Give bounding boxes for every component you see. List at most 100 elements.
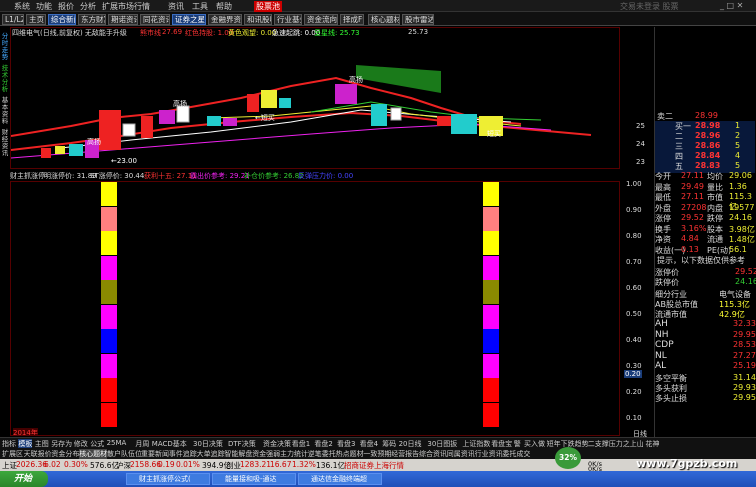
- toolbar-flow[interactable]: 资金流向: [304, 14, 338, 25]
- market-row: AL 25.19: [655, 361, 756, 371]
- info-tab[interactable]: 资金强弱: [252, 449, 280, 459]
- info-tab[interactable]: 经营报告: [391, 449, 419, 459]
- info-tab[interactable]: 智能解盘: [224, 449, 252, 459]
- info-tab[interactable]: 热点题材: [336, 449, 364, 459]
- stat-label: 净资: [655, 235, 671, 244]
- sz-label: 沪深: [116, 461, 131, 470]
- market-value: 32.33: [733, 319, 756, 328]
- menu-item-function[interactable]: 功能: [36, 1, 52, 12]
- green-band: [356, 65, 441, 93]
- balance-label: 多头止损: [655, 394, 687, 403]
- info-tab[interactable]: 委托成交: [502, 449, 530, 459]
- order-volume: 1: [735, 121, 741, 130]
- main-kline-chart[interactable]: 高扬 高扬 高扬 ←短买 短买 ←23.00: [10, 27, 620, 169]
- market-label: AL: [655, 361, 667, 371]
- broker-label: 招商证券上海行情: [344, 461, 404, 470]
- info-tab[interactable]: 重要新闻: [141, 449, 169, 459]
- info-tab[interactable]: 散户队伍位: [107, 449, 142, 459]
- stat-label: 股本: [707, 224, 723, 234]
- stat-value: 0.13: [681, 244, 699, 254]
- menu-item-quote[interactable]: 报价: [58, 1, 74, 12]
- toolbar-ths[interactable]: 同花资讯: [140, 14, 170, 25]
- info-tab[interactable]: 资金分布: [51, 449, 79, 459]
- limit-value: 29.52: [735, 267, 756, 276]
- stat-row: 最低 27.11 市值 115.3亿: [655, 192, 755, 211]
- menu-item-stock-pool[interactable]: 股票池: [254, 1, 282, 12]
- info-tab[interactable]: 大单追踪: [197, 449, 225, 459]
- menu-item-ext-market[interactable]: 扩展市场行情: [102, 1, 150, 12]
- task-item[interactable]: 财主抓涨停公式(: [126, 473, 210, 485]
- info-tab[interactable]: 核心题材: [79, 449, 108, 459]
- side-tab-news[interactable]: 财经资讯: [1, 129, 9, 157]
- toolbar-eastmoney[interactable]: 东方财富: [78, 14, 106, 25]
- indicator-axis: 1.00 0.90 0.80 0.70 0.60 0.50 0.40 0.30 …: [622, 178, 652, 438]
- stock-title: 四维电气(日线,前复权) 无敌能手升级: [12, 29, 127, 37]
- annotation-label: ←短买: [255, 113, 275, 122]
- info-tab[interactable]: 主力统计: [280, 449, 308, 459]
- stat-value: 27.11: [681, 171, 704, 180]
- side-tab-fundamentals[interactable]: 基本资料: [1, 97, 9, 125]
- market-value: 29.95: [733, 329, 756, 339]
- info-tab[interactable]: 综合资讯: [419, 449, 447, 459]
- stat-row: 净资 4.84 流通 1.48亿: [655, 234, 755, 244]
- info-tab[interactable]: 扩展区: [2, 449, 23, 459]
- info-tab[interactable]: 同属资讯: [447, 449, 475, 459]
- ind-tick: 0.90: [626, 206, 642, 214]
- sz-value: 2158.66: [130, 460, 162, 469]
- info-tab[interactable]: 逆笔委托: [308, 449, 336, 459]
- signal-bar: [101, 280, 117, 304]
- stat-label: 内盘: [707, 203, 723, 213]
- menu-item-tools[interactable]: 工具: [192, 1, 208, 12]
- balance-block: 多空平衡 31.14 多头获利 29.93 多头止损 29.95: [655, 373, 756, 405]
- start-button[interactable]: 开始: [0, 471, 48, 487]
- stat-row: 最高 29.49 量比 1.36: [655, 182, 755, 192]
- menu-item-analysis[interactable]: 分析: [80, 1, 96, 12]
- info-tab[interactable]: 行业资讯: [475, 449, 503, 459]
- menu-item-system[interactable]: 系统: [14, 1, 30, 12]
- info-tab[interactable]: 事件追踪: [169, 449, 197, 459]
- toolbar-f9[interactable]: 择成F9: [340, 14, 364, 25]
- market-value: 27.27: [733, 350, 756, 360]
- price-tick: 23: [636, 158, 645, 166]
- stat-value: 29.52: [681, 213, 704, 222]
- limit-row: 涨停价 29.52: [655, 267, 756, 277]
- menu-item-info[interactable]: 资讯: [168, 1, 184, 12]
- toolbar-core[interactable]: 核心题材: [368, 14, 400, 25]
- signal-bar: [483, 206, 499, 231]
- toolbar-jrj[interactable]: 金融界资讯: [208, 14, 242, 25]
- signal-bars-right: [483, 182, 499, 427]
- sh-percent: 0.30%: [64, 460, 88, 469]
- info-tab[interactable]: 天联报价: [24, 449, 52, 459]
- signal-bar: [101, 329, 117, 353]
- order-book: 买一 28.98 1 二 28.96 2 三 28.86 5 四 28.84 4 五 28.83 5: [655, 121, 755, 173]
- task-item[interactable]: 能量接和吸-通达: [212, 473, 296, 485]
- stat-value: 1.36: [729, 181, 747, 191]
- info-tab[interactable]: 一致预期: [363, 449, 391, 459]
- quote-info-panel: 卖二 28.99 买一 28.98 1 二 28.96 2 三 28.86 5 四 28.84 4 五 2…: [633, 27, 756, 438]
- annotation-label: 高扬: [87, 137, 101, 146]
- tip-text: 提示，以下数据仅供参考: [657, 256, 745, 265]
- side-tab-timeshare[interactable]: 分时走势: [1, 33, 9, 61]
- side-tab-tech[interactable]: 技术分析: [1, 65, 9, 93]
- indicator-tab[interactable]: 25MA: [107, 439, 127, 447]
- toolbar-l1l2[interactable]: L1/L2: [2, 14, 24, 25]
- menu-item-help[interactable]: 帮助: [216, 1, 232, 12]
- window-controls[interactable]: _ □ ✕: [720, 1, 743, 10]
- stat-value: 1.48亿: [729, 235, 755, 244]
- order-row: 三 28.86 5: [655, 141, 755, 151]
- annotation-label: 高扬: [349, 75, 363, 84]
- toolbar-hexun[interactable]: 和讯股吧: [244, 14, 272, 25]
- ind-tick: 0.50: [626, 310, 642, 318]
- task-item[interactable]: 通达信金融终端超: [298, 473, 382, 485]
- balance-row: 多头止损 29.95: [655, 393, 756, 403]
- stat-label: 均价: [707, 172, 723, 181]
- toolbar-news[interactable]: 综合新闻: [48, 14, 76, 25]
- toolbar-home[interactable]: 主页: [26, 14, 46, 25]
- toolbar-stockstar[interactable]: 证券之星: [172, 14, 206, 25]
- bear-line-label: 熊市线: [140, 29, 161, 37]
- indicator-chart[interactable]: 2014年: [10, 181, 620, 436]
- toolbar-futures[interactable]: 期诺资讯: [108, 14, 138, 25]
- progress-badge[interactable]: 32%: [555, 447, 581, 469]
- toolbar-fund[interactable]: 行业基金: [274, 14, 302, 25]
- toolbar-radar[interactable]: 股市雷达: [402, 14, 434, 25]
